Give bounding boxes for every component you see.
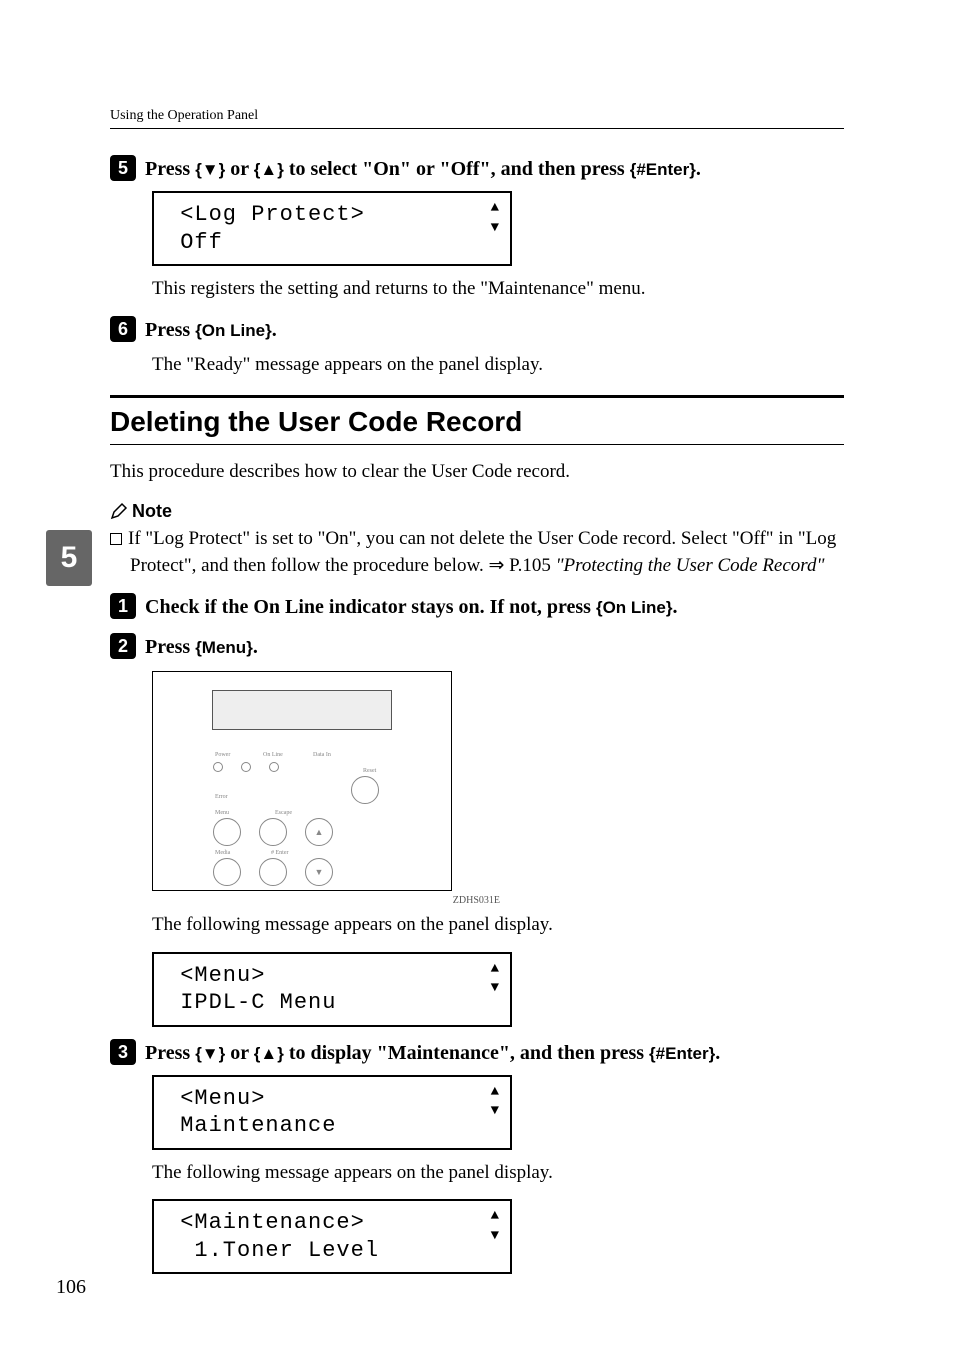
btn-reset: [351, 776, 379, 804]
key-online: {On Line}: [195, 321, 272, 340]
note-label: Note: [110, 501, 844, 522]
svg-text:5: 5: [118, 158, 128, 178]
led-datain: [269, 762, 279, 772]
step-a-post: .: [672, 596, 677, 618]
illustration-code: ZDHS031E: [152, 895, 500, 906]
btn-enter: [259, 858, 287, 886]
lbl-error: Error: [215, 794, 228, 800]
step-5-post: .: [696, 158, 701, 180]
step-6-icon: 6: [110, 316, 136, 342]
step-c-post: .: [715, 1042, 720, 1064]
step-c-icon: 3: [110, 1039, 136, 1065]
step-c: 3 Press {▼} or {▲} to display "Maintenan…: [110, 1039, 844, 1067]
led-power: [213, 762, 223, 772]
lcd-display-menu2: <Menu> Maintenance ▲▼: [152, 1075, 512, 1150]
lcd-log-protect: <Log Protect> Off ▲▼: [152, 191, 844, 266]
step-5-mid2: to select "On" or "Off", and then press: [284, 158, 630, 180]
btn-up: ▲: [305, 818, 333, 846]
step-b: 2 Press {Menu}.: [110, 633, 844, 661]
step-5-pre: Press: [145, 158, 195, 180]
lcd-m1-line1: <Menu>: [166, 963, 265, 988]
key-enter: {#Enter}: [630, 160, 696, 179]
lcd-display-menu1: <Menu> IPDL-C Menu ▲▼: [152, 952, 512, 1027]
lcd-scroll-arrows: ▲▼: [491, 199, 500, 238]
led-online: [241, 762, 251, 772]
key-down: {▼}: [195, 160, 225, 179]
svg-text:6: 6: [118, 319, 128, 339]
key-up-2: {▲}: [254, 1044, 284, 1063]
running-header: Using the Operation Panel: [110, 108, 844, 129]
step-6-post: .: [272, 319, 277, 341]
step-c-mid1: or: [225, 1042, 254, 1064]
lbl-online: On Line: [263, 752, 283, 758]
lcd-scroll-arrows-2: ▲▼: [491, 960, 500, 999]
key-up: {▲}: [254, 160, 284, 179]
step-c-mid2: to display "Maintenance", and then press: [284, 1042, 649, 1064]
pencil-icon: [110, 502, 128, 520]
lcd-scroll-arrows-3: ▲▼: [491, 1083, 500, 1122]
key-down-2: {▼}: [195, 1044, 225, 1063]
lcd-maint-line2: 1.Toner Level: [166, 1238, 379, 1263]
lcd-menu-1: <Menu> IPDL-C Menu ▲▼: [152, 952, 844, 1027]
lcd-menu-2: <Menu> Maintenance ▲▼: [152, 1075, 844, 1150]
lbl-escape: Escape: [275, 810, 292, 816]
lcd-m2-line1: <Menu>: [166, 1086, 265, 1111]
control-panel-illustration: Power On Line Data In Reset Error Menu E…: [152, 671, 452, 891]
key-online-2: {On Line}: [596, 598, 673, 617]
lbl-reset: Reset: [363, 768, 376, 774]
step-c-body: The following message appears on the pan…: [152, 1160, 844, 1186]
step-a-icon: 1: [110, 593, 136, 619]
svg-text:3: 3: [118, 1042, 128, 1062]
note-body: If "Log Protect" is set to "On", you can…: [110, 526, 844, 579]
btn-escape: [259, 818, 287, 846]
panel-lcd: [212, 690, 392, 730]
section-heading: Deleting the User Code Record: [110, 395, 844, 445]
step-5-body: This registers the setting and returns t…: [152, 276, 844, 302]
lcd-m2-line2: Maintenance: [166, 1113, 336, 1138]
bullet-box-icon: [110, 533, 122, 545]
lcd-scroll-arrows-4: ▲▼: [491, 1207, 500, 1246]
lcd-m1-line2: IPDL-C Menu: [166, 990, 336, 1015]
step-5-icon: 5: [110, 155, 136, 181]
note-label-text: Note: [132, 501, 172, 521]
lcd-display-maint: <Maintenance> 1.Toner Level ▲▼: [152, 1199, 512, 1274]
step-a-pre: Check if the On Line indicator stays on.…: [145, 596, 596, 618]
step-b-icon: 2: [110, 633, 136, 659]
btn-menu: [213, 818, 241, 846]
lbl-datain: Data In: [313, 752, 331, 758]
step-5: 5 Press {▼} or {▲} to select "On" or "Of…: [110, 155, 844, 183]
section-intro: This procedure describes how to clear th…: [110, 459, 844, 485]
page-number: 106: [56, 1276, 86, 1299]
btn-media: [213, 858, 241, 886]
step-a: 1 Check if the On Line indicator stays o…: [110, 593, 844, 621]
step-5-mid1: or: [225, 158, 254, 180]
lbl-media: Media: [215, 850, 230, 856]
page: Using the Operation Panel 5 Press {▼} or…: [0, 0, 954, 1351]
lcd-display: <Log Protect> Off ▲▼: [152, 191, 512, 266]
lbl-enter: # Enter: [271, 850, 289, 856]
lcd-maintenance: <Maintenance> 1.Toner Level ▲▼: [152, 1199, 844, 1274]
key-menu: {Menu}: [195, 638, 253, 657]
step-b-pre: Press: [145, 636, 195, 658]
step-6-pre: Press: [145, 319, 195, 341]
lcd-line1: <Log Protect>: [166, 202, 365, 227]
svg-text:1: 1: [118, 596, 128, 616]
lcd-line2: Off: [166, 230, 223, 255]
step-b-body: The following message appears on the pan…: [152, 912, 844, 938]
lbl-menu: Menu: [215, 810, 229, 816]
btn-down: ▼: [305, 858, 333, 886]
step-b-post: .: [253, 636, 258, 658]
lcd-maint-line1: <Maintenance>: [166, 1210, 365, 1235]
note-body-italic: "Protecting the User Code Record": [556, 555, 825, 576]
step-6: 6 Press {On Line}.: [110, 316, 844, 344]
lbl-power: Power: [215, 752, 230, 758]
step-c-pre: Press: [145, 1042, 195, 1064]
chapter-tab: 5: [46, 530, 92, 586]
step-6-body: The "Ready" message appears on the panel…: [152, 352, 844, 378]
svg-text:2: 2: [118, 636, 128, 656]
key-enter-2: {#Enter}: [649, 1044, 715, 1063]
